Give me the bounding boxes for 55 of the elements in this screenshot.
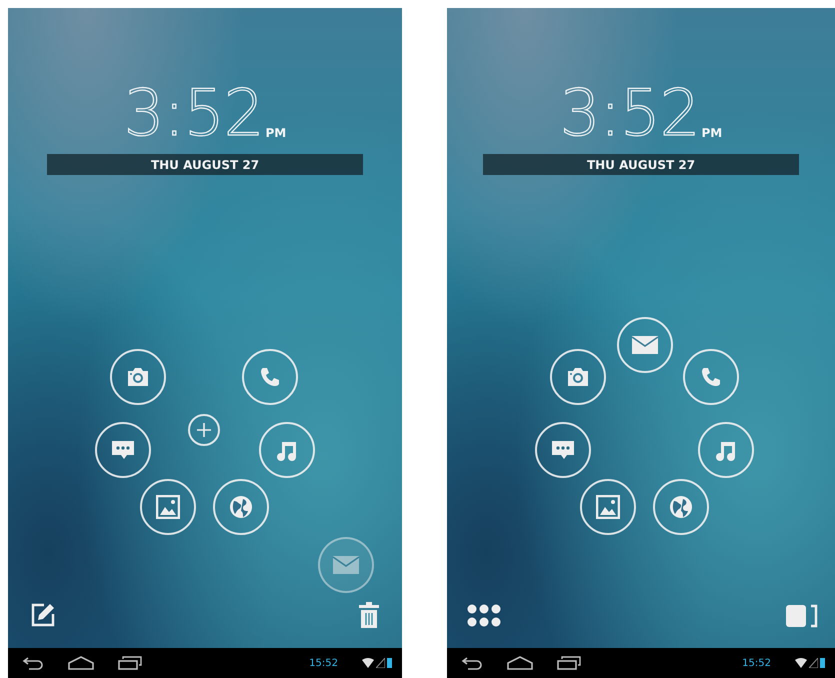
date-label: THU AUGUST 27 [483,154,799,175]
app-shortcut-button[interactable] [535,422,591,478]
envelope-icon [332,555,360,575]
battery-icon [387,658,392,668]
wifi-icon [362,658,374,668]
app-grid-button[interactable] [467,604,501,628]
add-button[interactable] [188,414,220,446]
back-button[interactable] [461,656,483,670]
clock-ampm: PM [265,126,286,140]
battery-icon [820,658,825,668]
trash-icon [358,602,380,628]
home-button[interactable] [68,656,94,670]
dots-grid-icon [467,604,501,628]
app-shortcut-button[interactable] [110,349,166,405]
chat-bubble-icon [550,439,576,461]
globe-icon [668,494,694,520]
app-shortcut-button[interactable] [580,479,636,535]
phone-icon [700,366,722,388]
image-icon [156,495,180,519]
status-time: 15:52 [309,658,338,668]
clock-time: 3:52 [560,82,700,146]
camera-icon [566,367,590,387]
date-label: THU AUGUST 27 [47,154,363,175]
camera-icon [126,367,150,387]
app-shortcut-button[interactable] [617,317,673,373]
wifi-icon [795,658,807,668]
status-time: 15:52 [742,658,771,668]
phone-icon [259,366,281,388]
app-shortcut-button[interactable] [213,479,269,535]
app-shortcut-button[interactable] [259,422,315,478]
app-shortcut-button[interactable] [95,422,151,478]
recent-apps-button[interactable] [118,656,142,670]
widget-button[interactable] [785,604,819,628]
panel-icon [785,604,819,628]
app-shortcut-button[interactable] [698,422,754,478]
app-shortcut-button[interactable] [653,479,709,535]
app-shortcut-button[interactable] [242,349,298,405]
delete-button[interactable] [358,602,380,628]
home-button[interactable] [507,656,533,670]
recent-apps-button[interactable] [557,656,581,670]
app-shortcut-button[interactable] [550,349,606,405]
back-button[interactable] [22,656,44,670]
globe-icon [228,494,254,520]
clock-time: 3:52 [124,82,264,146]
app-shortcut-button[interactable] [140,479,196,535]
envelope-icon [631,335,659,355]
pencil-box-icon [30,602,56,628]
image-icon [596,495,620,519]
signal-icon [376,658,385,668]
edit-button[interactable] [30,602,56,628]
clock-ampm: PM [701,126,722,140]
signal-icon [809,658,818,668]
plus-icon [196,422,212,438]
chat-bubble-icon [110,439,136,461]
app-shortcut-button[interactable] [683,349,739,405]
